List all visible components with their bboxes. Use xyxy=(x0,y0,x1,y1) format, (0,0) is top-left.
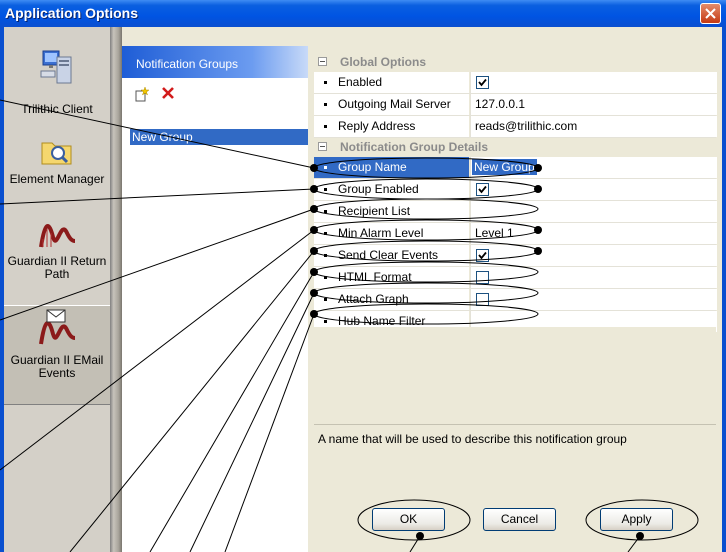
property-row-reply-address[interactable]: Reply Address reads@trilithic.com xyxy=(314,116,717,138)
html-format-checkbox[interactable] xyxy=(476,271,489,284)
property-name: Send Clear Events xyxy=(338,248,439,262)
add-group-icon[interactable] xyxy=(134,86,150,102)
list-item[interactable]: New Group xyxy=(130,129,308,145)
property-name: Reply Address xyxy=(338,119,416,133)
group-name-input[interactable]: New Group xyxy=(472,159,537,175)
property-name: Enabled xyxy=(338,75,383,89)
category-label: Notification Group Details xyxy=(340,140,489,154)
property-name: Group Name xyxy=(338,160,407,174)
ok-button[interactable]: OK xyxy=(372,508,445,531)
min-alarm-level-value[interactable]: Level 1 xyxy=(475,223,514,244)
property-grid-empty-area xyxy=(314,327,716,423)
splitter[interactable] xyxy=(110,27,122,552)
category-label: Global Options xyxy=(340,55,426,69)
category-global-options[interactable]: Global Options xyxy=(314,53,716,72)
property-row-html-format[interactable]: HTML Format xyxy=(314,267,717,289)
nav-label: Trilithic Client xyxy=(21,102,93,116)
category-notification-group-details[interactable]: Notification Group Details xyxy=(314,138,716,157)
reply-address-value[interactable]: reads@trilithic.com xyxy=(475,116,577,137)
property-row-min-alarm-level[interactable]: Min Alarm Level Level 1 xyxy=(314,223,717,245)
property-row-attach-graph[interactable]: Attach Graph xyxy=(314,289,717,311)
description-panel: A name that will be used to describe thi… xyxy=(314,424,716,475)
property-row-outgoing-mail-server[interactable]: Outgoing Mail Server 127.0.0.1 xyxy=(314,94,717,116)
property-name: Min Alarm Level xyxy=(338,226,424,240)
nav-label: Guardian II EMail Events xyxy=(10,353,104,380)
collapse-icon[interactable] xyxy=(318,57,327,66)
send-clear-events-checkbox[interactable] xyxy=(476,249,489,262)
property-name: Group Enabled xyxy=(338,182,419,196)
collapse-icon[interactable] xyxy=(318,142,327,151)
property-row-group-name[interactable]: Group Name New Group xyxy=(314,157,717,179)
nav-item-element-manager[interactable]: Element Manager xyxy=(4,137,110,213)
property-row-group-enabled[interactable]: Group Enabled xyxy=(314,179,717,201)
nav-item-guardian-email-events[interactable]: Guardian II EMail Events xyxy=(4,305,110,405)
recipient-list-value[interactable] xyxy=(470,201,717,222)
property-name: HTML Format xyxy=(338,270,412,284)
window-title: Application Options xyxy=(5,5,138,21)
groups-header-label: Notification Groups xyxy=(136,57,239,71)
close-button[interactable] xyxy=(700,3,721,24)
property-row-send-clear-events[interactable]: Send Clear Events xyxy=(314,245,717,267)
property-name: Attach Graph xyxy=(338,292,409,306)
title-bar: Application Options xyxy=(0,0,726,27)
window-border-right xyxy=(722,27,726,552)
groups-header: Notification Groups xyxy=(122,46,308,78)
nav-label: Guardian II Return Path xyxy=(7,254,107,281)
property-row-recipient-list[interactable]: Recipient List xyxy=(314,201,717,223)
property-grid: Global Options Enabled Outgoing Mail Ser… xyxy=(314,53,717,333)
group-enabled-checkbox[interactable] xyxy=(476,183,489,196)
close-icon xyxy=(705,8,716,19)
description-text: A name that will be used to describe thi… xyxy=(318,432,627,446)
apply-button[interactable]: Apply xyxy=(600,508,673,531)
property-name: Recipient List xyxy=(338,204,411,218)
cancel-button[interactable]: Cancel xyxy=(483,508,556,531)
nav-item-guardian-return-path[interactable]: Guardian II Return Path xyxy=(4,217,110,303)
attach-graph-checkbox[interactable] xyxy=(476,293,489,306)
enabled-checkbox[interactable] xyxy=(476,76,489,89)
computer-icon xyxy=(40,50,72,84)
delete-group-icon[interactable] xyxy=(162,87,174,99)
nav-label: Element Manager xyxy=(9,172,105,186)
folder-icon xyxy=(41,142,72,165)
groups-panel: Notification Groups New Group xyxy=(122,46,308,552)
property-name: Outgoing Mail Server xyxy=(338,97,451,111)
group-item-label: New Group xyxy=(132,130,193,144)
outgoing-mail-server-value[interactable]: 127.0.0.1 xyxy=(475,94,525,115)
waveform-icon xyxy=(39,224,76,248)
category-sidebar: Trilithic Client Element Manager Guardia… xyxy=(4,27,110,552)
waveform-mail-icon xyxy=(39,309,76,345)
nav-item-trilithic-client[interactable]: Trilithic Client xyxy=(4,47,110,137)
property-row-enabled[interactable]: Enabled xyxy=(314,72,717,94)
